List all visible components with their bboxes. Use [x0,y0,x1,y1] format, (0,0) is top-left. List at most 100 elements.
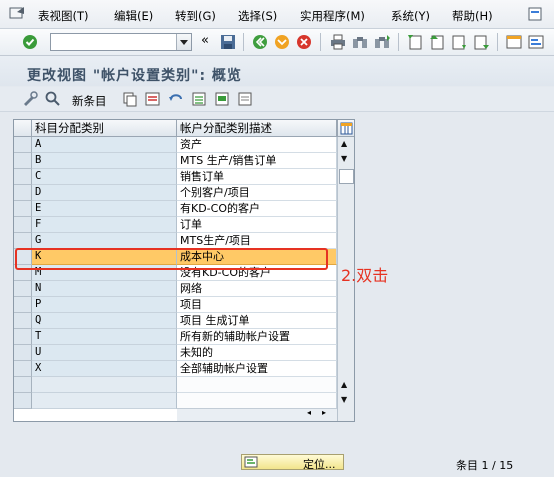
scroll-up-icon[interactable]: ▲ [341,139,347,148]
scrollbar-thumb[interactable] [339,169,354,184]
print-icon[interactable] [330,34,346,50]
row-selector[interactable] [14,377,32,393]
category-description-cell[interactable]: 订单 [177,217,337,233]
row-selector[interactable] [14,153,32,169]
empty-table-row[interactable] [14,393,337,409]
column-header-description[interactable]: 帐户分配类别描述 [177,120,337,137]
category-description-cell[interactable]: 项目 生成订单 [177,313,337,329]
table-row[interactable]: D 个别客户/项目 [14,185,337,201]
category-code-cell[interactable]: Q [32,313,177,329]
menu-utilities[interactable]: 实用程序(M) [300,8,365,24]
scroll-up-bottom-icon[interactable]: ▲ [341,380,347,389]
display-icon[interactable] [45,91,61,107]
delete-icon[interactable] [145,91,161,107]
category-description-cell[interactable]: 所有新的辅助帐户设置 [177,329,337,345]
table-row[interactable]: T 所有新的辅助帐户设置 [14,329,337,345]
save-icon[interactable] [220,34,236,50]
category-description-cell[interactable]: MTS生产/项目 [177,233,337,249]
collapse-arrows-icon[interactable]: « [201,33,209,48]
table-row[interactable]: B MTS 生产/销售订单 [14,153,337,169]
category-code-cell[interactable]: F [32,217,177,233]
row-selector[interactable] [14,169,32,185]
row-selector[interactable] [14,345,32,361]
command-dropdown-button[interactable] [176,34,191,50]
row-selector[interactable] [14,281,32,297]
table-settings-button[interactable] [337,120,354,137]
row-selector[interactable] [14,217,32,233]
select-block-icon[interactable] [214,91,230,107]
category-description-cell[interactable]: MTS 生产/销售订单 [177,153,337,169]
menu-help[interactable]: 帮助(H) [452,8,493,24]
scroll-down-bottom-icon[interactable]: ▼ [341,395,347,404]
prev-page-icon[interactable] [429,34,445,50]
category-code-cell[interactable]: B [32,153,177,169]
find-icon[interactable] [352,34,368,50]
new-session-icon[interactable] [506,34,522,50]
menu-system[interactable]: 系统(Y) [391,8,430,24]
select-all-header[interactable] [14,120,32,137]
copy-icon[interactable] [122,91,138,107]
horizontal-scrollbar[interactable]: ◂ ▸ [177,408,337,421]
new-entries-button[interactable]: 新条目 [72,93,107,109]
back-icon[interactable] [252,34,268,50]
category-description-cell[interactable]: 资产 [177,137,337,153]
table-row[interactable]: C 销售订单 [14,169,337,185]
row-selector[interactable] [14,393,32,409]
category-code-cell[interactable]: P [32,297,177,313]
scroll-right-icon[interactable]: ▸ [322,408,326,417]
category-description-cell[interactable] [177,393,337,409]
category-description-cell[interactable]: 全部辅助帐户设置 [177,361,337,377]
table-row[interactable]: E 有KD-CO的客户 [14,201,337,217]
table-row[interactable]: Q 项目 生成订单 [14,313,337,329]
column-header-category[interactable]: 科目分配类别 [32,120,177,137]
category-code-cell[interactable]: D [32,185,177,201]
system-menu-icon[interactable] [9,6,26,20]
menu-selection[interactable]: 选择(S) [238,8,277,24]
last-page-icon[interactable] [473,34,489,50]
category-description-cell[interactable]: 网络 [177,281,337,297]
table-row[interactable]: X 全部辅助帐户设置 [14,361,337,377]
deselect-all-icon[interactable] [237,91,253,107]
table-row[interactable]: U 未知的 [14,345,337,361]
category-description-cell[interactable] [177,377,337,393]
scroll-left-icon[interactable]: ◂ [307,408,311,417]
customize-icon[interactable] [528,7,542,21]
row-selector[interactable] [14,313,32,329]
command-field[interactable] [50,33,192,51]
category-code-cell[interactable] [32,393,177,409]
table-row[interactable]: N 网络 [14,281,337,297]
row-selector[interactable] [14,233,32,249]
table-row[interactable]: F 订单 [14,217,337,233]
category-description-cell[interactable]: 项目 [177,297,337,313]
row-selector[interactable] [14,185,32,201]
category-description-cell[interactable]: 销售订单 [177,169,337,185]
row-selector[interactable] [14,137,32,153]
category-code-cell[interactable]: C [32,169,177,185]
display-change-icon[interactable] [22,91,38,107]
table-row[interactable]: G MTS生产/项目 [14,233,337,249]
menu-edit[interactable]: 编辑(E) [114,8,153,24]
undo-icon[interactable] [168,91,184,107]
menu-table-view[interactable]: 表视图(T) [38,8,89,24]
shortcut-icon[interactable] [528,34,544,50]
category-code-cell[interactable]: E [32,201,177,217]
select-all-icon[interactable] [191,91,207,107]
row-selector[interactable] [14,361,32,377]
menu-goto[interactable]: 转到(G) [175,8,216,24]
category-description-cell[interactable]: 未知的 [177,345,337,361]
row-selector[interactable] [14,297,32,313]
category-code-cell[interactable]: T [32,329,177,345]
category-code-cell[interactable]: A [32,137,177,153]
find-next-icon[interactable] [374,34,390,50]
table-row[interactable]: P 项目 [14,297,337,313]
category-description-cell[interactable]: 个别客户/项目 [177,185,337,201]
exit-icon[interactable] [274,34,290,50]
category-code-cell[interactable] [32,377,177,393]
position-button[interactable]: 定位... [241,454,344,471]
table-row[interactable]: A 资产 [14,137,337,153]
row-selector[interactable] [14,329,32,345]
first-page-icon[interactable] [407,34,423,50]
empty-table-row[interactable] [14,377,337,393]
next-page-icon[interactable] [451,34,467,50]
category-code-cell[interactable]: G [32,233,177,249]
